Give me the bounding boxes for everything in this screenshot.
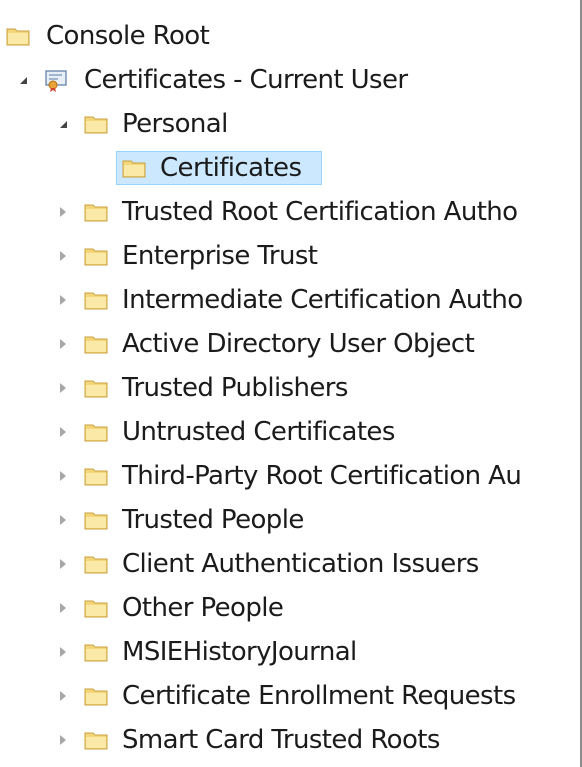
console-tree-pane: Console Root Certificates - Current User bbox=[0, 0, 582, 767]
folder-icon bbox=[84, 290, 108, 310]
expander-collapsed-icon[interactable] bbox=[56, 630, 70, 674]
tree-node-label: Certificates bbox=[160, 153, 302, 183]
expander-collapsed-icon[interactable] bbox=[56, 542, 70, 586]
folder-icon bbox=[84, 422, 108, 442]
tree-node-label: Client Authentication Issuers bbox=[122, 549, 479, 579]
tree-node-enterprise-trust[interactable]: Enterprise Trust bbox=[0, 234, 580, 278]
tree-node-label: Intermediate Certification Autho bbox=[122, 285, 523, 315]
tree-node-certificates-current-user[interactable]: Certificates - Current User bbox=[0, 58, 580, 102]
folder-icon bbox=[84, 510, 108, 530]
console-tree: Console Root Certificates - Current User bbox=[0, 14, 580, 762]
folder-icon bbox=[84, 554, 108, 574]
certificate-snapin-icon bbox=[44, 70, 68, 92]
expander-collapsed-icon[interactable] bbox=[56, 718, 70, 762]
tree-node-label: Certificates - Current User bbox=[84, 65, 408, 95]
expander-collapsed-icon[interactable] bbox=[56, 366, 70, 410]
folder-icon bbox=[84, 598, 108, 618]
tree-node-label: Trusted Publishers bbox=[122, 373, 348, 403]
tree-node-untrusted-certificates[interactable]: Untrusted Certificates bbox=[0, 410, 580, 454]
tree-node-console-root[interactable]: Console Root bbox=[0, 14, 580, 58]
tree-node-label: Active Directory User Object bbox=[122, 329, 475, 359]
folder-icon bbox=[84, 730, 108, 750]
tree-node-active-directory-user-object[interactable]: Active Directory User Object bbox=[0, 322, 580, 366]
expander-collapsed-icon[interactable] bbox=[56, 278, 70, 322]
expander-collapsed-icon[interactable] bbox=[56, 190, 70, 234]
tree-node-third-party-root-certification-authorities[interactable]: Third-Party Root Certification Au bbox=[0, 454, 580, 498]
folder-icon bbox=[84, 686, 108, 706]
tree-node-personal[interactable]: Personal bbox=[0, 102, 580, 146]
expander-expanded-icon[interactable] bbox=[16, 58, 30, 102]
tree-node-trusted-publishers[interactable]: Trusted Publishers bbox=[0, 366, 580, 410]
tree-node-smart-card-trusted-roots[interactable]: Smart Card Trusted Roots bbox=[0, 718, 580, 762]
tree-node-client-authentication-issuers[interactable]: Client Authentication Issuers bbox=[0, 542, 580, 586]
tree-node-certificates[interactable]: Certificates bbox=[0, 146, 580, 190]
expander-expanded-icon[interactable] bbox=[56, 102, 70, 146]
tree-node-certificate-enrollment-requests[interactable]: Certificate Enrollment Requests bbox=[0, 674, 580, 718]
folder-icon bbox=[84, 642, 108, 662]
tree-node-label: Enterprise Trust bbox=[122, 241, 318, 271]
tree-node-other-people[interactable]: Other People bbox=[0, 586, 580, 630]
expander-collapsed-icon[interactable] bbox=[56, 498, 70, 542]
expander-collapsed-icon[interactable] bbox=[56, 234, 70, 278]
tree-node-label: Other People bbox=[122, 593, 284, 623]
tree-node-trusted-people[interactable]: Trusted People bbox=[0, 498, 580, 542]
tree-node-msiehistoryjournal[interactable]: MSIEHistoryJournal bbox=[0, 630, 580, 674]
tree-node-label: Untrusted Certificates bbox=[122, 417, 395, 447]
folder-icon bbox=[84, 378, 108, 398]
tree-node-label: Trusted People bbox=[122, 505, 304, 535]
expander-collapsed-icon[interactable] bbox=[56, 322, 70, 366]
folder-icon bbox=[84, 466, 108, 486]
tree-node-label: Third-Party Root Certification Au bbox=[122, 461, 522, 491]
folder-icon bbox=[84, 334, 108, 354]
tree-node-trusted-root-certification-authorities[interactable]: Trusted Root Certification Autho bbox=[0, 190, 580, 234]
tree-node-label: Trusted Root Certification Autho bbox=[122, 197, 518, 227]
tree-node-label: MSIEHistoryJournal bbox=[122, 637, 357, 667]
tree-node-label: Certificate Enrollment Requests bbox=[122, 681, 516, 711]
expander-collapsed-icon[interactable] bbox=[56, 586, 70, 630]
folder-icon bbox=[122, 158, 146, 178]
folder-icon bbox=[84, 114, 108, 134]
folder-icon bbox=[84, 202, 108, 222]
tree-node-label: Console Root bbox=[46, 21, 210, 51]
folder-icon bbox=[6, 26, 30, 46]
tree-node-label: Personal bbox=[122, 109, 228, 139]
tree-node-label: Smart Card Trusted Roots bbox=[122, 725, 440, 755]
tree-node-intermediate-certification-authorities[interactable]: Intermediate Certification Autho bbox=[0, 278, 580, 322]
expander-collapsed-icon[interactable] bbox=[56, 454, 70, 498]
expander-collapsed-icon[interactable] bbox=[56, 674, 70, 718]
folder-icon bbox=[84, 246, 108, 266]
expander-collapsed-icon[interactable] bbox=[56, 410, 70, 454]
